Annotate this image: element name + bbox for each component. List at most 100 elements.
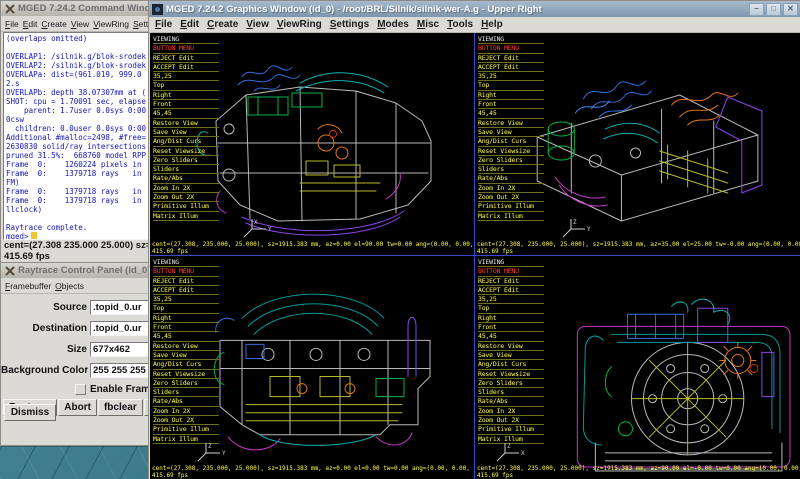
pane-separator-vertical[interactable] [474,33,475,479]
viewport-menu-item[interactable]: Reset Viewsize [153,370,219,379]
viewport-menu-item[interactable]: Primitive Illum [153,425,219,434]
viewport-menu-item[interactable]: Top [478,81,544,90]
menu-item[interactable]: Edit [176,19,203,30]
viewport-menu-item[interactable]: VIEWING [478,35,544,44]
viewport-menu-item[interactable]: Reset Viewsize [478,370,544,379]
command-window-titlebar[interactable]: MGED 7.24.2 Command Window (id [1,1,171,16]
viewport-menu-item[interactable]: Matrix Illum [478,212,544,221]
viewport-lower-right[interactable]: VIEWINGBUTTON MENUREJECT EditACCEPT Edit… [475,256,800,479]
viewport-menu-item[interactable]: Rate/Abs [478,174,544,183]
viewport-menu-item[interactable]: Save View [153,351,219,360]
dismiss-button[interactable]: Dismiss [4,404,56,421]
pane-separator-horizontal[interactable] [150,255,800,256]
viewport-menu-item[interactable]: BUTTON MENU [478,267,544,276]
menu-item[interactable]: View [242,19,273,30]
viewport-menu-item[interactable]: REJECT Edit [153,277,219,286]
viewport-menu-item[interactable]: Rate/Abs [153,174,219,183]
menu-item[interactable]: Tools [443,19,477,30]
viewport-upper-left[interactable]: VIEWINGBUTTON MENUREJECT EditACCEPT Edit… [150,33,474,255]
enable-framebuffer-checkbox[interactable] [75,384,86,395]
viewport-menu-item[interactable]: BUTTON MENU [478,44,544,53]
viewport-menu-item[interactable]: Zero Sliders [478,379,544,388]
viewport-menu-item[interactable]: 35,25 [153,72,219,81]
viewport-menu-item[interactable]: Restore View [478,342,544,351]
raytrace-panel-titlebar[interactable]: Raytrace Control Panel (id_0) [1,263,171,278]
viewport-menu-item[interactable]: Restore View [153,342,219,351]
menu-item[interactable]: File [151,19,176,30]
viewport-menu-item[interactable]: REJECT Edit [478,54,544,63]
menu-item[interactable]: Create [39,19,69,29]
viewport-menu-item[interactable]: Zoom Out 2X [478,416,544,425]
abort-button[interactable]: Abort [58,399,97,416]
viewport-menu-item[interactable]: Ang/Dist Curs [153,137,219,146]
menu-item[interactable]: Create [203,19,242,30]
menu-item[interactable]: Misc [413,19,443,30]
viewport-menu-item[interactable]: Ang/Dist Curs [478,360,544,369]
fbclear-button[interactable]: fbclear [98,399,143,416]
viewport-menu-item[interactable]: BUTTON MENU [153,267,219,276]
viewport-menu-item[interactable]: Primitive Illum [478,202,544,211]
minimize-icon[interactable]: – [749,3,764,16]
viewport-menu-item[interactable]: Top [153,81,219,90]
menu-item[interactable]: View [69,19,91,29]
viewport-menu-item[interactable]: Rate/Abs [478,397,544,406]
viewport-menu-item[interactable]: Top [478,304,544,313]
menu-item[interactable]: Edit [21,19,40,29]
close-icon[interactable]: ✕ [783,3,798,16]
viewport-menu-item[interactable]: VIEWING [153,35,219,44]
viewport-menu-item[interactable]: Zoom In 2X [478,407,544,416]
viewport-menu-item[interactable]: Restore View [153,119,219,128]
viewport-menu-item[interactable]: Front [478,100,544,109]
viewport-menu-item[interactable]: 45,45 [478,332,544,341]
menu-item[interactable]: ViewRing [91,19,131,29]
viewport-menu-item[interactable]: ACCEPT Edit [153,63,219,72]
viewport-menu-item[interactable]: Front [153,323,219,332]
menu-item[interactable]: ViewRing [273,19,326,30]
viewport-menu-item[interactable]: Restore View [478,119,544,128]
menu-item[interactable]: Framebuffer [3,281,53,291]
viewport-menu-item[interactable]: Right [478,314,544,323]
menu-item[interactable]: Help [477,19,507,30]
viewport-menu-item[interactable]: Sliders [478,165,544,174]
viewport-menu-item[interactable]: Zoom In 2X [153,407,219,416]
viewport-menu-item[interactable]: VIEWING [478,258,544,267]
viewport-menu-item[interactable]: 45,45 [153,332,219,341]
viewport-menu-item[interactable]: 35,25 [153,295,219,304]
viewport-menu-item[interactable]: Reset Viewsize [478,147,544,156]
viewport-menu-item[interactable]: Save View [478,351,544,360]
viewport-menu-item[interactable]: Rate/Abs [153,397,219,406]
graphics-window-titlebar[interactable]: MGED 7.24.2 Graphics Window (id_0) - /ro… [149,1,800,17]
viewport-menu-item[interactable]: REJECT Edit [478,277,544,286]
viewport-menu-item[interactable]: ACCEPT Edit [478,63,544,72]
viewport-menu-item[interactable]: Right [478,91,544,100]
viewport-menu-item[interactable]: 45,45 [478,109,544,118]
viewport-menu-item[interactable]: Sliders [153,165,219,174]
viewport-menu-item[interactable]: Zoom Out 2X [153,193,219,202]
viewport-menu-item[interactable]: Matrix Illum [153,212,219,221]
menu-item[interactable]: Objects [53,281,86,291]
viewport-menu-item[interactable]: Reset Viewsize [153,147,219,156]
viewport-menu-item[interactable]: Zoom Out 2X [478,193,544,202]
viewport-menu-item[interactable]: Zoom Out 2X [153,416,219,425]
viewport-menu-item[interactable]: 35,25 [478,295,544,304]
viewport-menu-item[interactable]: Right [153,314,219,323]
viewport-menu-item[interactable]: ACCEPT Edit [478,286,544,295]
menu-item[interactable]: Settings [326,19,373,30]
viewport-menu-item[interactable]: Zero Sliders [478,156,544,165]
viewport-menu-item[interactable]: Zero Sliders [153,379,219,388]
viewport-menu-item[interactable]: Save View [478,128,544,137]
menu-item[interactable]: Modes [373,19,413,30]
viewport-lower-left[interactable]: VIEWINGBUTTON MENUREJECT EditACCEPT Edit… [150,256,474,479]
viewport-menu-item[interactable]: Primitive Illum [478,425,544,434]
viewport-menu-item[interactable]: Front [153,100,219,109]
viewport-menu-item[interactable]: BUTTON MENU [153,44,219,53]
viewport-menu-item[interactable]: Zoom In 2X [478,184,544,193]
viewport-menu-item[interactable]: Zoom In 2X [153,184,219,193]
viewport-menu-item[interactable]: Ang/Dist Curs [153,360,219,369]
viewport-menu-item[interactable]: Save View [153,128,219,137]
viewport-menu-item[interactable]: Sliders [478,388,544,397]
viewport-menu-item[interactable]: REJECT Edit [153,54,219,63]
viewport-menu-item[interactable]: ACCEPT Edit [153,286,219,295]
viewport-menu-item[interactable]: VIEWING [153,258,219,267]
viewport-menu-item[interactable]: Front [478,323,544,332]
